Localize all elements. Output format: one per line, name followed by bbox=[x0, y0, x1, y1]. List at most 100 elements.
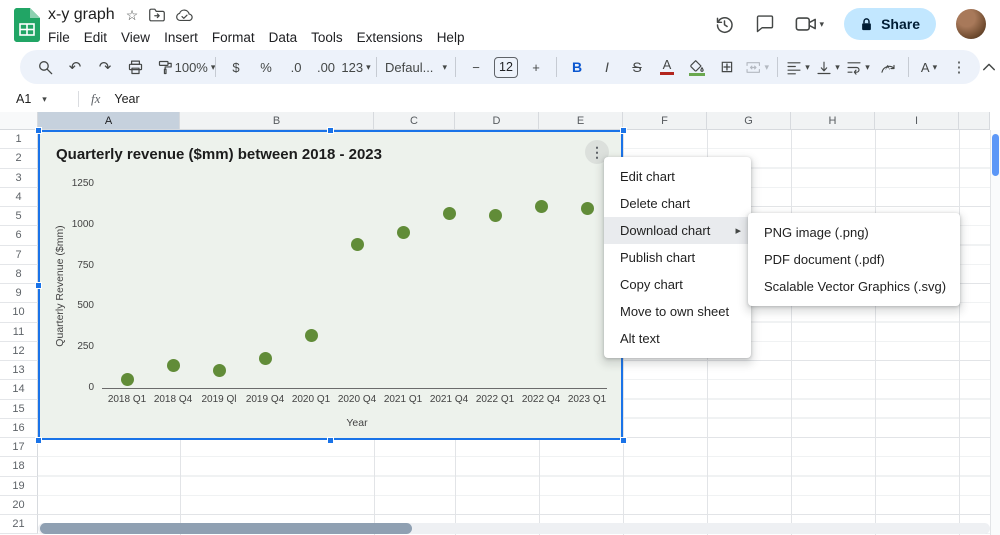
menu-edit[interactable]: Edit bbox=[77, 29, 114, 46]
meet-video-icon[interactable]: ▾ bbox=[795, 15, 824, 33]
submenu-item-png[interactable]: PNG image (.png) bbox=[748, 219, 960, 246]
star-icon[interactable]: ☆ bbox=[126, 7, 139, 24]
row-header-14[interactable]: 14 bbox=[0, 380, 38, 400]
strikethrough-button[interactable]: S bbox=[622, 54, 652, 80]
context-menu-item-download-chart[interactable]: Download chart ▸ bbox=[604, 217, 751, 244]
menu-help[interactable]: Help bbox=[430, 29, 472, 46]
format-currency-button[interactable]: $ bbox=[221, 54, 251, 80]
horizontal-scrollbar[interactable] bbox=[38, 523, 990, 534]
context-menu-item-edit-chart[interactable]: Edit chart bbox=[604, 163, 751, 190]
print-icon[interactable] bbox=[120, 54, 150, 80]
version-history-icon[interactable] bbox=[714, 14, 735, 35]
column-header-partial[interactable] bbox=[959, 112, 990, 130]
format-percent-button[interactable]: % bbox=[251, 54, 281, 80]
context-menu-item-delete-chart[interactable]: Delete chart bbox=[604, 190, 751, 217]
sheets-logo-icon[interactable] bbox=[14, 8, 40, 42]
menu-format[interactable]: Format bbox=[205, 29, 262, 46]
text-wrap-button[interactable]: ▾ bbox=[843, 54, 873, 80]
font-select[interactable]: Defaul... ▾ bbox=[382, 54, 450, 80]
selection-handle[interactable] bbox=[35, 127, 42, 134]
row-header-12[interactable]: 12 bbox=[0, 341, 38, 361]
chart-data-point[interactable] bbox=[396, 226, 410, 240]
move-to-folder-icon[interactable] bbox=[149, 8, 166, 22]
embedded-chart[interactable]: Quarterly revenue ($mm) between 2018 - 2… bbox=[38, 130, 623, 440]
name-box[interactable]: A1 ▾ bbox=[0, 92, 78, 106]
row-header-2[interactable]: 2 bbox=[0, 149, 38, 169]
column-header-A[interactable]: A bbox=[38, 112, 180, 130]
share-button[interactable]: Share bbox=[844, 8, 936, 40]
selection-handle[interactable] bbox=[327, 127, 334, 134]
selection-handle[interactable] bbox=[327, 437, 334, 444]
row-header-9[interactable]: 9 bbox=[0, 284, 38, 304]
decrease-decimals-button[interactable]: .0 bbox=[281, 54, 311, 80]
row-header-18[interactable]: 18 bbox=[0, 457, 38, 477]
text-color-button[interactable]: A bbox=[652, 54, 682, 80]
italic-button[interactable]: I bbox=[592, 54, 622, 80]
row-header-15[interactable]: 15 bbox=[0, 399, 38, 419]
chart-data-point[interactable] bbox=[442, 206, 456, 220]
column-header-C[interactable]: C bbox=[374, 112, 455, 130]
selection-handle[interactable] bbox=[35, 437, 42, 444]
column-header-B[interactable]: B bbox=[180, 112, 374, 130]
fill-color-button[interactable] bbox=[682, 54, 712, 80]
document-title[interactable]: x-y graph bbox=[48, 6, 115, 24]
text-style-button[interactable]: A ▾ bbox=[914, 54, 944, 80]
avatar[interactable] bbox=[956, 9, 986, 39]
formula-input[interactable]: Year bbox=[114, 92, 139, 106]
column-header-G[interactable]: G bbox=[707, 112, 791, 130]
menu-tools[interactable]: Tools bbox=[304, 29, 350, 46]
increase-decimals-button[interactable]: .00 bbox=[311, 54, 341, 80]
submenu-item-scalable[interactable]: Scalable Vector Graphics (.svg) bbox=[748, 273, 960, 300]
row-header-13[interactable]: 13 bbox=[0, 361, 38, 381]
context-menu-item-publish-chart[interactable]: Publish chart bbox=[604, 244, 751, 271]
row-header-8[interactable]: 8 bbox=[0, 264, 38, 284]
undo-icon[interactable]: ↶ bbox=[60, 54, 90, 80]
search-icon[interactable] bbox=[30, 54, 60, 80]
context-menu-item-move-to-own-sheet[interactable]: Move to own sheet bbox=[604, 298, 751, 325]
bold-button[interactable]: B bbox=[562, 54, 592, 80]
column-header-I[interactable]: I bbox=[875, 112, 959, 130]
vertical-scrollbar-thumb[interactable] bbox=[992, 134, 999, 176]
chart-data-point[interactable] bbox=[580, 201, 594, 215]
font-size-input[interactable]: 12 bbox=[491, 54, 521, 80]
menu-data[interactable]: Data bbox=[262, 29, 305, 46]
redo-icon[interactable]: ↷ bbox=[90, 54, 120, 80]
chart-data-point[interactable] bbox=[534, 200, 548, 214]
row-header-10[interactable]: 10 bbox=[0, 303, 38, 323]
text-rotation-button[interactable]: A bbox=[873, 54, 903, 80]
column-header-H[interactable]: H bbox=[791, 112, 875, 130]
chart-data-point[interactable] bbox=[258, 352, 272, 366]
menu-file[interactable]: File bbox=[41, 29, 77, 46]
select-all-corner[interactable] bbox=[0, 112, 38, 130]
row-header-4[interactable]: 4 bbox=[0, 187, 38, 207]
horizontal-align-button[interactable]: ▾ bbox=[783, 54, 813, 80]
chart-data-point[interactable] bbox=[488, 208, 502, 222]
row-header-20[interactable]: 20 bbox=[0, 495, 38, 515]
spreadsheet-grid[interactable]: ABCDEFGHI 1 2 3 4 5 6 7 8 9 10 11 12 13 14 15 16 17 18 19 2… bbox=[0, 112, 1000, 535]
increase-font-size-button[interactable]: + bbox=[521, 54, 551, 80]
decrease-font-size-button[interactable]: − bbox=[461, 54, 491, 80]
menu-insert[interactable]: Insert bbox=[157, 29, 205, 46]
borders-button[interactable]: ⊞ bbox=[712, 54, 742, 80]
column-header-D[interactable]: D bbox=[455, 112, 539, 130]
row-header-17[interactable]: 17 bbox=[0, 438, 38, 458]
zoom-select[interactable]: 100% ▾ bbox=[175, 54, 216, 80]
row-header-19[interactable]: 19 bbox=[0, 476, 38, 496]
row-header-7[interactable]: 7 bbox=[0, 245, 38, 265]
row-header-3[interactable]: 3 bbox=[0, 168, 38, 188]
selection-handle[interactable] bbox=[620, 437, 627, 444]
chart-data-point[interactable] bbox=[304, 329, 318, 343]
menu-view[interactable]: View bbox=[114, 29, 157, 46]
submenu-item-pdf[interactable]: PDF document (.pdf) bbox=[748, 246, 960, 273]
row-header-21[interactable]: 21 bbox=[0, 515, 38, 535]
row-header-1[interactable]: 1 bbox=[0, 130, 38, 150]
row-header-6[interactable]: 6 bbox=[0, 226, 38, 246]
row-header-11[interactable]: 11 bbox=[0, 322, 38, 342]
vertical-scrollbar[interactable] bbox=[990, 130, 1000, 535]
more-options-icon[interactable]: ⋮ bbox=[944, 54, 974, 80]
context-menu-item-alt-text[interactable]: Alt text bbox=[604, 325, 751, 352]
column-header-E[interactable]: E bbox=[539, 112, 623, 130]
chart-data-point[interactable] bbox=[212, 363, 226, 377]
row-header-16[interactable]: 16 bbox=[0, 418, 38, 438]
selection-handle[interactable] bbox=[35, 282, 42, 289]
